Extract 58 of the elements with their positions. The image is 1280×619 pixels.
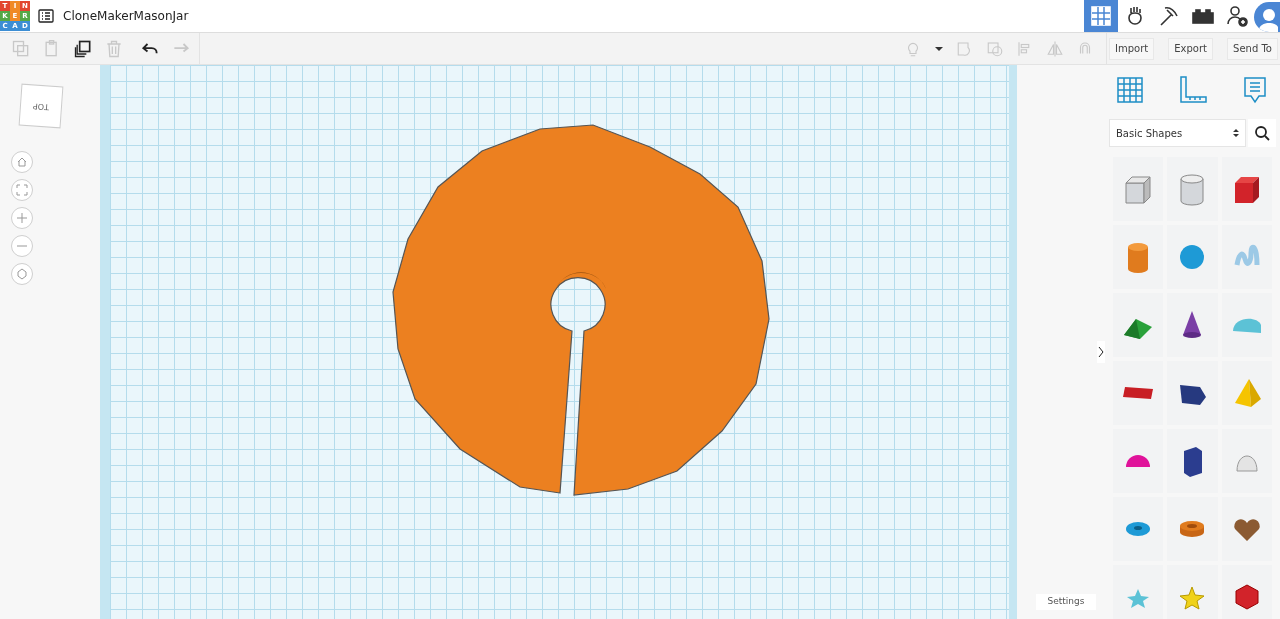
ruler-icon[interactable]: [1177, 75, 1208, 105]
shape-thumbnail-icon: [1180, 521, 1205, 537]
split-disc-drawing[interactable]: [392, 124, 770, 496]
shape-tile[interactable]: [1167, 565, 1218, 619]
shape-tile[interactable]: [1113, 497, 1164, 561]
action-button[interactable]: Send To: [1227, 37, 1278, 60]
zoom-in-button[interactable]: [11, 207, 33, 229]
home-button[interactable]: [11, 151, 33, 173]
shape-thumbnail-icon: [1126, 455, 1151, 467]
copy-icon: [10, 38, 31, 59]
ungroup-icon[interactable]: [986, 39, 1004, 58]
home-icon: [16, 156, 28, 168]
view-cube-label: TOP: [32, 100, 50, 113]
shape-thumbnail-icon: [1126, 522, 1151, 536]
shape-tile[interactable]: [1113, 293, 1164, 357]
chevron-icon: [1098, 346, 1104, 358]
duplicate-icon: [72, 38, 93, 59]
zoom-out-button[interactable]: [11, 235, 33, 257]
collapse-panel-button[interactable]: [1097, 341, 1105, 363]
shape-tile[interactable]: [1221, 497, 1272, 561]
fit-view-button[interactable]: [11, 179, 33, 201]
sort-arrows-icon: [1233, 128, 1239, 138]
avatar[interactable]: [1254, 2, 1280, 32]
shape-tile[interactable]: [1167, 293, 1218, 357]
shape-tile[interactable]: [1167, 225, 1218, 289]
category-select[interactable]: Basic Shapes: [1109, 119, 1246, 147]
shape-tile[interactable]: [1113, 429, 1164, 493]
shape-tile[interactable]: [1113, 225, 1164, 289]
shape-tile[interactable]: [1221, 429, 1272, 493]
shape-tile[interactable]: [1167, 157, 1218, 221]
view-cube[interactable]: TOP: [18, 83, 64, 129]
action-button[interactable]: Export: [1168, 37, 1213, 60]
settings-button[interactable]: Settings: [1036, 594, 1096, 610]
project-title[interactable]: CloneMakerMasonJar: [63, 7, 189, 25]
shape-tile[interactable]: [1167, 361, 1218, 425]
shape-tile[interactable]: [1113, 565, 1164, 619]
list-icon[interactable]: [38, 8, 54, 24]
perspective-button[interactable]: [11, 263, 33, 285]
shape-tile[interactable]: [1221, 565, 1272, 619]
shape-tile[interactable]: [1221, 225, 1272, 289]
shape-tile[interactable]: [1167, 497, 1218, 561]
frame-corners-icon: [16, 184, 28, 196]
shape-tile[interactable]: [1113, 157, 1164, 221]
workplane-icon[interactable]: [1115, 75, 1145, 105]
mirror-icon[interactable]: [1046, 39, 1064, 58]
plus-icon: [16, 212, 28, 224]
shape-tile[interactable]: [1221, 157, 1272, 221]
shape-thumbnail-icon: [1232, 317, 1261, 333]
grid-icon: [1089, 4, 1113, 28]
shape-thumbnail-icon: [1123, 387, 1154, 399]
shape-tile[interactable]: [1113, 361, 1164, 425]
search-button[interactable]: [1248, 119, 1276, 147]
shape-tile[interactable]: [1167, 429, 1218, 493]
search-icon: [1254, 125, 1270, 141]
shape-tile[interactable]: [1221, 293, 1272, 357]
add-user-icon: [1225, 4, 1249, 28]
shape-tile[interactable]: [1221, 361, 1272, 425]
action-button[interactable]: Import: [1109, 37, 1155, 60]
